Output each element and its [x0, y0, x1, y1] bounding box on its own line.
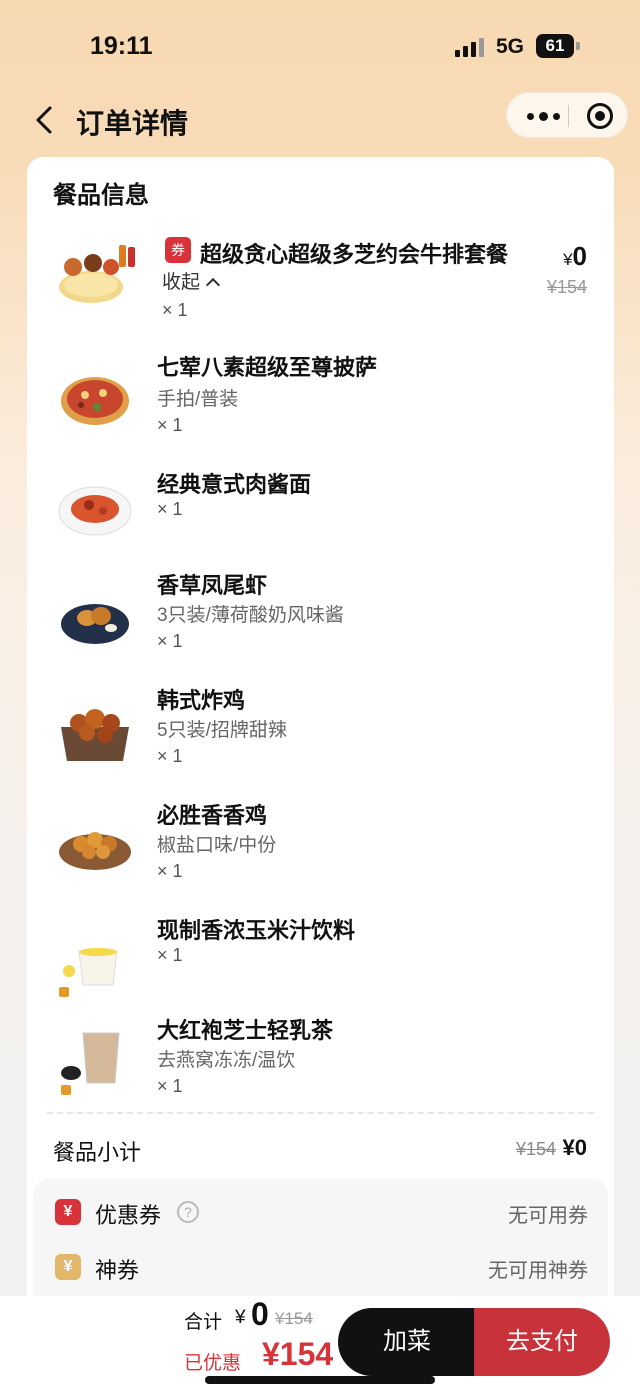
- item-qty: × 1: [157, 415, 183, 435]
- item-spec: 手拍/普装: [157, 389, 239, 410]
- fried-chicken-image: [61, 709, 129, 761]
- item-name: 大红袍芝士轻乳茶: [157, 1018, 334, 1043]
- close-miniprogram-icon[interactable]: [587, 103, 613, 129]
- combo-price: ¥0: [563, 241, 587, 272]
- item-name: 必胜香香鸡: [157, 803, 268, 828]
- milk-tea-image: [61, 1032, 120, 1095]
- combo-original-price: ¥154: [546, 277, 587, 297]
- capsule-divider: [568, 105, 569, 127]
- pasta-image: [58, 486, 132, 536]
- super-coupon-value[interactable]: 无可用神券: [488, 1254, 588, 1283]
- coupon-tag: 券: [165, 237, 191, 263]
- item-name: 韩式炸鸡: [157, 688, 246, 713]
- item-name: 七荤八素超级至尊披萨: [157, 355, 378, 380]
- saved-value: ¥154: [262, 1336, 334, 1372]
- total-original: ¥154: [275, 1309, 313, 1328]
- shrimp-image: [61, 604, 129, 644]
- super-coupon-label: 神券: [95, 1258, 140, 1283]
- miniprogram-capsule: [506, 92, 628, 138]
- chevron-up-icon: [205, 277, 221, 293]
- battery-icon: 61: [536, 34, 574, 58]
- corn-juice-image: [59, 948, 118, 997]
- combo-qty: × 1: [162, 300, 188, 320]
- battery-tip: [576, 42, 580, 50]
- combo-image: [59, 245, 135, 303]
- saved-label: 已优惠: [184, 1353, 242, 1374]
- combo-price-symbol: ¥: [563, 250, 573, 269]
- order-card: 餐品信息 券 超级贪心超级多芝约会牛排套餐 收起 × 1 ¥0 ¥154 七荤八…: [27, 157, 614, 1319]
- item-qty: × 1: [157, 861, 183, 881]
- total-symbol: ¥: [235, 1307, 246, 1328]
- pizza-image: [61, 377, 129, 425]
- item-spec: 5只装/招牌甜辣: [157, 720, 287, 741]
- subtotal-label: 餐品小计: [53, 1140, 142, 1165]
- item-spec: 3只装/薄荷酸奶风味酱: [157, 605, 344, 626]
- subtotal-value: ¥0: [562, 1135, 587, 1160]
- super-coupon-row[interactable]: ¥ 神券 无可用神券: [33, 1248, 608, 1288]
- item-spec: 椒盐口味/中份: [157, 835, 277, 856]
- network-type: 5G: [496, 35, 525, 58]
- total-label: 合计: [184, 1312, 223, 1333]
- help-icon[interactable]: ?: [177, 1201, 199, 1223]
- home-indicator: [205, 1376, 435, 1384]
- total-value: 0: [251, 1296, 269, 1332]
- item-name: 经典意式肉酱面: [157, 472, 312, 497]
- signal-icon: [455, 38, 484, 57]
- popcorn-chicken-image: [59, 832, 131, 870]
- item-qty: × 1: [157, 1076, 183, 1096]
- coupon-label: 优惠券: [95, 1203, 162, 1228]
- item-qty: × 1: [157, 945, 183, 965]
- more-icon[interactable]: [523, 107, 563, 125]
- item-spec: 去燕窝冻冻/温饮: [157, 1050, 296, 1071]
- combo-price-value: 0: [572, 241, 587, 271]
- combo-name: 超级贪心超级多芝约会牛排套餐: [200, 242, 509, 267]
- add-dish-button[interactable]: 加菜: [338, 1308, 476, 1376]
- item-qty: × 1: [157, 746, 183, 766]
- item-name: 现制香浓玉米汁饮料: [157, 918, 356, 943]
- status-time: 19:11: [90, 32, 153, 60]
- collapse-toggle[interactable]: 收起: [162, 267, 221, 294]
- subtotal-original: ¥154: [515, 1139, 556, 1159]
- nav-bar: 订单详情: [0, 90, 640, 150]
- status-bar: 19:11 5G 61: [0, 0, 640, 90]
- super-coupon-icon: ¥: [55, 1254, 81, 1280]
- pay-button[interactable]: 去支付: [474, 1308, 610, 1376]
- divider: [47, 1112, 594, 1114]
- page-title: 订单详情: [76, 108, 189, 139]
- collapse-label: 收起: [162, 272, 201, 293]
- section-title: 餐品信息: [53, 182, 149, 209]
- back-icon[interactable]: [32, 104, 58, 136]
- coupon-row[interactable]: ¥ 优惠券 ? 无可用券: [33, 1193, 608, 1233]
- item-name: 香草凤尾虾: [157, 573, 268, 598]
- item-qty: × 1: [157, 499, 183, 519]
- item-qty: × 1: [157, 631, 183, 651]
- coupon-value[interactable]: 无可用券: [508, 1199, 588, 1228]
- coupon-icon: ¥: [55, 1199, 81, 1225]
